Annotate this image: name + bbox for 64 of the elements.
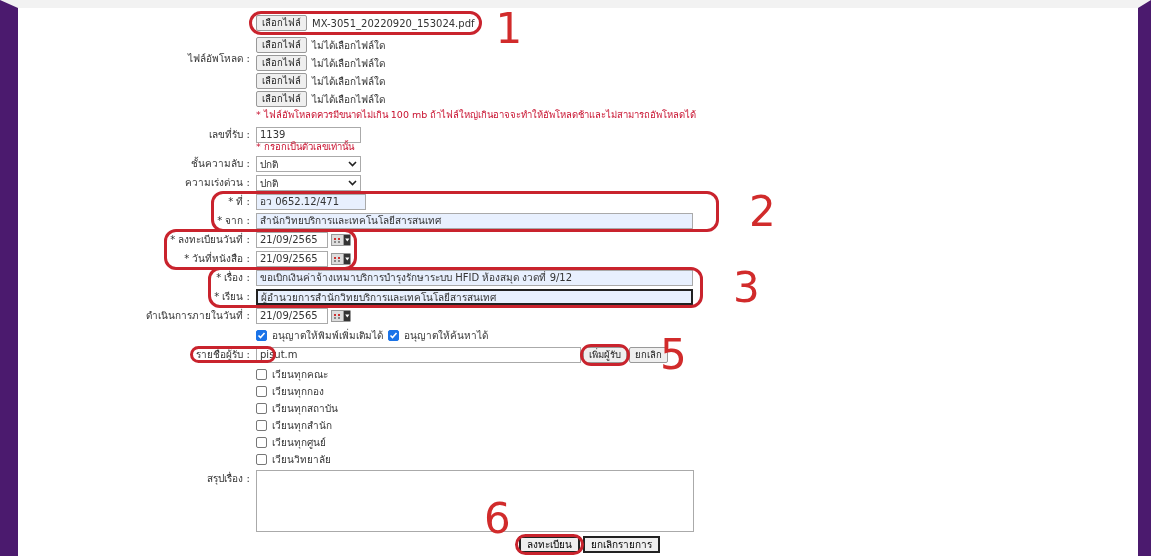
file-name: ไม่ได้เลือกไฟล์ใด: [312, 74, 385, 89]
choose-file-button[interactable]: เลือกไฟล์: [256, 73, 307, 89]
chevron-icon: [348, 161, 357, 167]
field-label: * วันที่หนังสือ :: [184, 253, 250, 264]
field-label: ชั้นความลับ :: [191, 158, 250, 169]
checkbox-label: อนุญาตให้ค้นหาได้: [404, 328, 488, 343]
field-label: รายชื่อผู้รับ :: [196, 349, 250, 360]
annotation-number: 1: [495, 8, 523, 50]
recipient-button[interactable]: เพิ่มผู้รับ: [583, 347, 627, 363]
upload-note: * ไฟล์อัพโหลดควรมีขนาดไม่เกิน 100 mb ถ้าไฟล์ใหญ่เกินอาจจะทำให้อัพโหลดช้าและไม่สามารถอัพโหลดได้: [256, 108, 697, 122]
choose-file-button[interactable]: เลือกไฟล์: [256, 37, 307, 53]
file-name: MX-3051_20220920_153024.pdf: [312, 16, 475, 31]
checkbox[interactable]: [256, 369, 267, 380]
checkbox[interactable]: [256, 437, 267, 448]
date-field[interactable]: 21/09/2565: [256, 308, 328, 324]
checkbox[interactable]: [256, 454, 267, 465]
annotation-number: 6: [484, 497, 511, 540]
action-button[interactable]: ยกเลิกรายการ: [583, 535, 660, 553]
field-label: ความเร่งด่วน :: [185, 177, 250, 188]
checkbox-label: เวียนวิทยาลัย: [272, 453, 331, 467]
checkbox[interactable]: [388, 329, 399, 341]
text-field[interactable]: อว 0652.12/471: [256, 194, 366, 210]
checkbox-label: เวียนทุกสำนัก: [272, 419, 332, 433]
annotation-ring: [580, 344, 630, 366]
field-label: ไฟล์อัพโหลด :: [188, 53, 250, 64]
checkbox[interactable]: [256, 386, 267, 397]
checkbox-label: เวียนทุกกอง: [272, 385, 324, 399]
checkbox[interactable]: [256, 329, 267, 341]
field-label: * จาก :: [217, 215, 250, 226]
file-name: ไม่ได้เลือกไฟล์ใด: [312, 56, 385, 71]
select-field[interactable]: ปกติ: [256, 175, 361, 191]
choose-file-button[interactable]: เลือกไฟล์: [256, 55, 307, 71]
field-label: * ที่ :: [228, 196, 250, 207]
field-label: เลขที่รับ :: [209, 129, 250, 140]
checkbox[interactable]: [256, 420, 267, 431]
annotation-ring: [515, 533, 584, 555]
file-name: ไม่ได้เลือกไฟล์ใด: [312, 92, 385, 107]
calendar-icon[interactable]: [331, 310, 351, 322]
text-field[interactable]: ผู้อำนวยการสำนักวิทยบริการและเทคโนโลยีสารสนเทศ: [256, 289, 693, 305]
field-label: สรุปเรื่อง :: [207, 473, 250, 484]
calendar-icon[interactable]: [331, 234, 351, 246]
checkbox-label: เวียนทุกคณะ: [272, 368, 328, 382]
file-name: ไม่ได้เลือกไฟล์ใด: [312, 38, 385, 53]
checkbox-label: เวียนทุกสถาบัน: [272, 402, 338, 416]
summary-textarea[interactable]: [256, 470, 694, 532]
checkbox[interactable]: [256, 403, 267, 414]
date-field[interactable]: 21/09/2565: [256, 251, 328, 267]
annotation-number: 2: [749, 190, 776, 233]
field-label: * เรียน :: [214, 291, 250, 302]
annotation-number: 3: [733, 266, 760, 309]
field-label: * เรื่อง :: [216, 272, 250, 283]
calendar-icon[interactable]: [331, 253, 351, 265]
checkbox-label: เวียนทุกศูนย์: [272, 436, 326, 450]
select-field[interactable]: ปกติ: [256, 156, 361, 172]
chevron-icon: [348, 180, 357, 186]
checkbox-label: อนุญาตให้พิมพ์เพิ่มเติมได้: [272, 327, 383, 343]
choose-file-button[interactable]: เลือกไฟล์: [256, 91, 307, 107]
text-field[interactable]: สำนักวิทยบริการและเทคโนโลยีสารสนเทศ: [256, 213, 693, 229]
field-note: * กรอกเป็นตัวเลขเท่านั้น: [256, 140, 356, 154]
date-field[interactable]: 21/09/2565: [256, 232, 328, 248]
field-label: ดำเนินการภายในวันที่ :: [146, 310, 250, 321]
choose-file-button[interactable]: เลือกไฟล์: [256, 15, 307, 31]
text-field[interactable]: ขอเบิกเงินค่าจ้างเหมาบริการบำรุงรักษาระบบ HFID ห้องสมุด งวดที่ 9/12: [256, 270, 693, 286]
field-label: * ลงทะเบียนวันที่ :: [170, 234, 250, 245]
